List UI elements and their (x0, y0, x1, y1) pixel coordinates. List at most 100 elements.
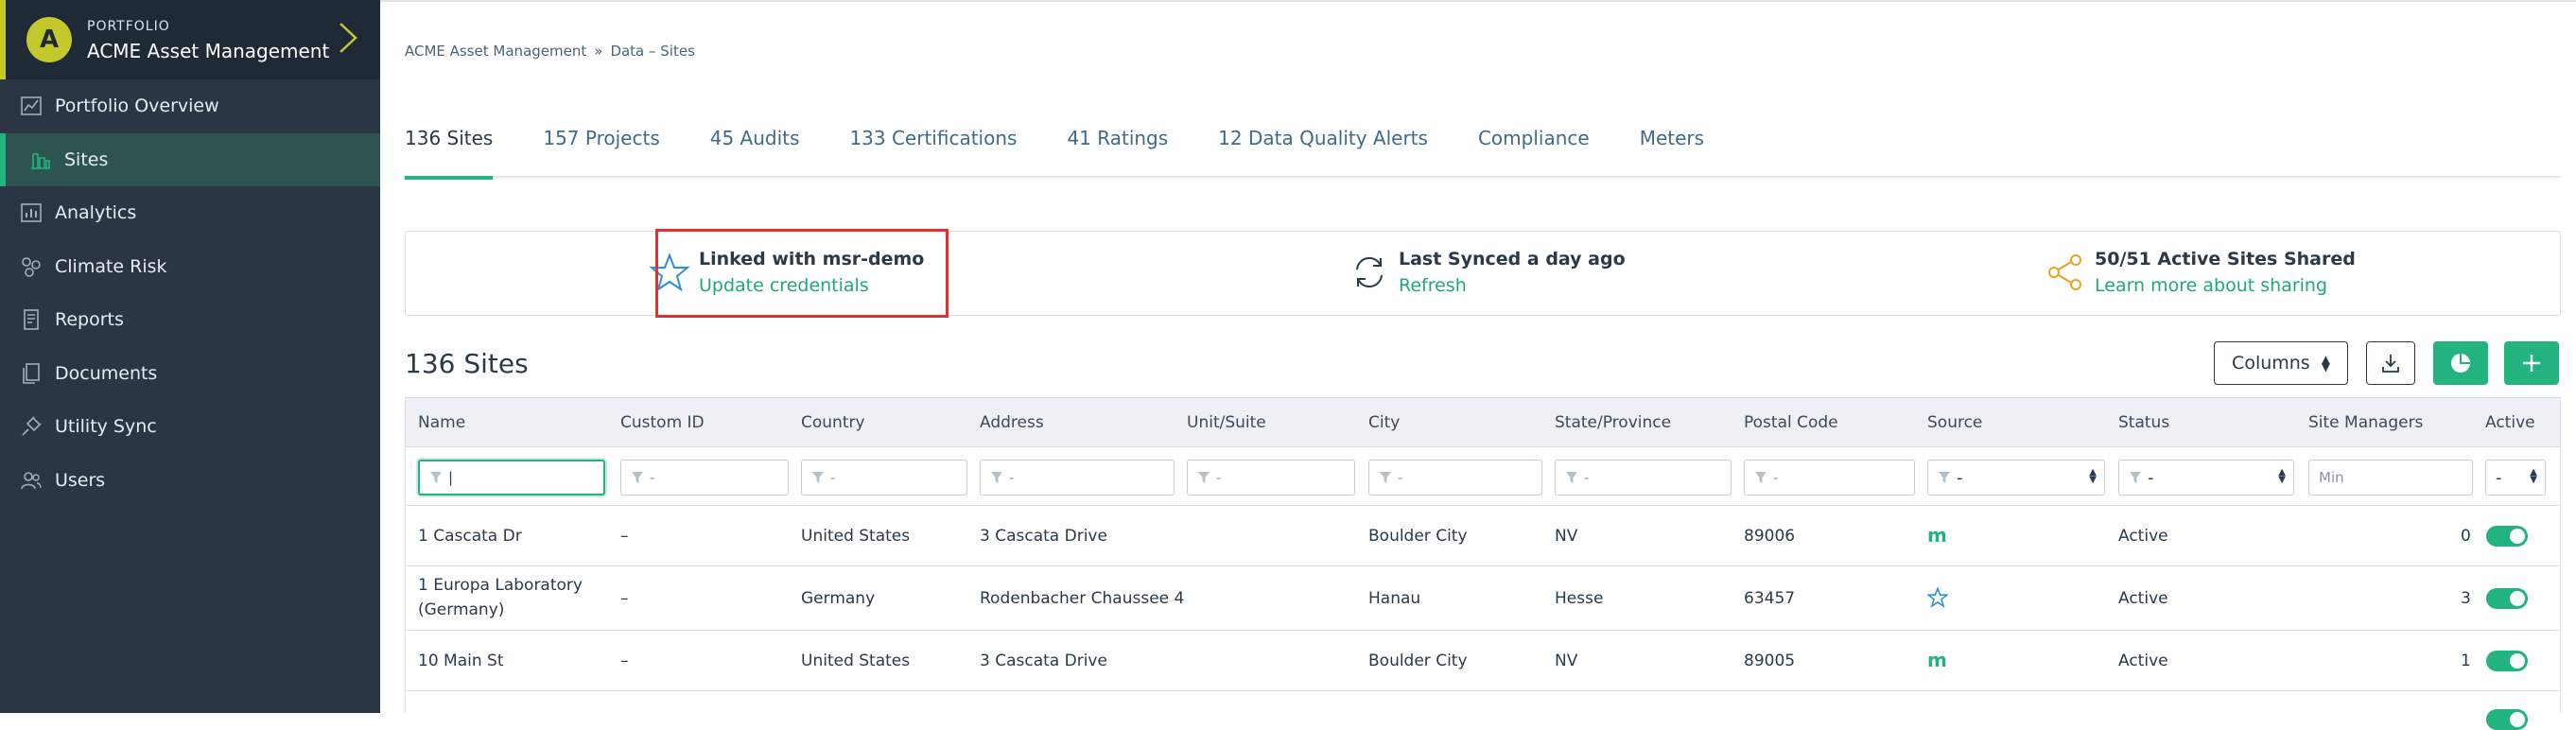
active-toggle[interactable] (2486, 651, 2528, 671)
filter-placeholder: - (1584, 469, 1590, 486)
cell-custom-id: – (620, 652, 629, 670)
table-row[interactable]: 10 Main St – United States 3 Cascata Dri… (406, 631, 2560, 691)
custom-id-filter-input[interactable]: - (620, 460, 789, 495)
address-filter-input[interactable]: - (980, 460, 1175, 495)
star-icon (1927, 587, 1948, 608)
sidebar-item-label: Sites (64, 148, 109, 170)
tab-meters[interactable]: Meters (1640, 123, 1704, 178)
column-header-unit[interactable]: Unit/Suite (1187, 413, 1266, 432)
active-toggle[interactable] (2486, 709, 2528, 730)
sidebar-item-label: Climate Risk (55, 255, 167, 277)
active-toggle[interactable] (2486, 526, 2528, 547)
active-filter-select[interactable]: - ▲ ▼ (2485, 460, 2546, 495)
sidebar-item-users[interactable]: Users (0, 454, 380, 508)
chart-icon (19, 94, 44, 118)
add-site-button[interactable] (2504, 341, 2559, 385)
portfolio-switcher[interactable]: A PORTFOLIO ACME Asset Management (0, 0, 380, 79)
sidebar-item-climate-risk[interactable]: Climate Risk (0, 240, 380, 294)
select-caret-icon: ▲ ▼ (2089, 467, 2097, 485)
chevron-right-icon[interactable] (337, 21, 359, 55)
sidebar-item-documents[interactable]: Documents (0, 347, 380, 401)
managers-filter-placeholder: Min (2319, 469, 2344, 486)
column-header-postal-code[interactable]: Postal Code (1744, 413, 1838, 432)
buildings-icon (28, 148, 53, 172)
sidebar-item-label: Analytics (55, 202, 137, 224)
learn-sharing-link[interactable]: Learn more about sharing (2095, 275, 2356, 296)
cell-name[interactable]: 1 Europa Laboratory (Germany) (418, 573, 607, 622)
status-filter-value: - (2148, 467, 2154, 488)
tab-audits[interactable]: 45 Audits (710, 123, 800, 178)
shared-title: 50/51 Active Sites Shared (2095, 249, 2356, 269)
filter-icon (1198, 472, 1210, 483)
highlight-box (655, 229, 949, 318)
users-icon (19, 468, 44, 493)
tab-compliance[interactable]: Compliance (1478, 123, 1590, 178)
status-filter-select[interactable]: - ▲ ▼ (2118, 460, 2294, 495)
country-filter-input[interactable]: - (801, 460, 967, 495)
sidebar-item-sites[interactable]: Sites (0, 132, 380, 186)
breadcrumb-root[interactable]: ACME Asset Management (405, 43, 586, 60)
sidebar-item-utility-sync[interactable]: Utility Sync (0, 400, 380, 454)
portfolio-label: PORTFOLIO (87, 19, 170, 34)
tab-bar: 136 Sites 157 Projects 45 Audits 133 Cer… (405, 123, 2561, 180)
cell-status: Active (2118, 589, 2168, 608)
download-button[interactable] (2366, 341, 2415, 385)
unit-filter-input[interactable]: - (1187, 460, 1355, 495)
column-header-city[interactable]: City (1368, 413, 1400, 432)
site-managers-filter-input[interactable]: Min (2308, 460, 2473, 495)
column-header-site-managers[interactable]: Site Managers (2308, 413, 2423, 432)
cell-address: 3 Cascata Drive (980, 652, 1107, 670)
column-header-status[interactable]: Status (2118, 413, 2169, 432)
sidebar-item-label: Documents (55, 362, 158, 384)
table-row[interactable]: 1 Cascata Dr – United States 3 Cascata D… (406, 506, 2560, 566)
refresh-link[interactable]: Refresh (1399, 275, 1626, 296)
cell-country: Germany (801, 589, 876, 608)
source-filter-select[interactable]: - ▲ ▼ (1927, 460, 2105, 495)
filter-icon (1939, 472, 1950, 483)
synced-title: Last Synced a day ago (1399, 249, 1626, 269)
sidebar-item-label: Utility Sync (55, 416, 157, 438)
download-icon (2382, 355, 2399, 373)
postal-code-filter-input[interactable]: - (1744, 460, 1915, 495)
columns-button[interactable]: Columns ▲ ▼ (2214, 341, 2348, 385)
column-header-source[interactable]: Source (1927, 413, 1982, 432)
column-header-active[interactable]: Active (2485, 413, 2535, 432)
table-row[interactable] (406, 691, 2560, 730)
cell-name[interactable]: 1 Cascata Dr (418, 524, 522, 548)
column-header-state[interactable]: State/Province (1555, 413, 1671, 432)
tab-data-quality-alerts[interactable]: 12 Data Quality Alerts (1218, 123, 1428, 178)
cell-country: United States (801, 527, 911, 546)
filter-icon (2130, 472, 2141, 483)
cell-name[interactable]: 10 Main St (418, 649, 503, 673)
breadcrumb-current: Data – Sites (610, 43, 695, 60)
filter-icon (1380, 472, 1391, 483)
city-filter-input[interactable]: - (1368, 460, 1542, 495)
tab-sites[interactable]: 136 Sites (405, 123, 494, 180)
sidebar-item-reports[interactable]: Reports (0, 293, 380, 347)
column-header-country[interactable]: Country (801, 413, 865, 432)
tab-projects[interactable]: 157 Projects (543, 123, 659, 178)
name-filter-input[interactable]: | (418, 460, 605, 495)
column-header-name[interactable]: Name (418, 413, 465, 432)
active-toggle[interactable] (2486, 588, 2528, 609)
portfolio-name: ACME Asset Management (87, 40, 330, 62)
state-filter-input[interactable]: - (1555, 460, 1732, 495)
sidebar-item-analytics[interactable]: Analytics (0, 186, 380, 240)
filter-placeholder: - (1398, 469, 1403, 486)
cell-state: Hesse (1555, 589, 1604, 608)
tab-ratings[interactable]: 41 Ratings (1067, 123, 1168, 178)
name-filter-value: | (448, 469, 454, 486)
cell-postal-code: 89006 (1744, 527, 1796, 546)
table-row[interactable]: 1 Europa Laboratory (Germany) – Germany … (406, 566, 2560, 631)
share-sites-button[interactable] (2433, 341, 2488, 385)
shared-info: 50/51 Active Sites Shared Learn more abo… (2045, 249, 2356, 296)
columns-button-label: Columns (2232, 353, 2310, 374)
portfolio-avatar: A (26, 17, 72, 62)
column-header-address[interactable]: Address (980, 413, 1044, 432)
refresh-icon (1356, 256, 1383, 288)
sidebar-item-portfolio-overview[interactable]: Portfolio Overview (0, 79, 380, 133)
column-header-custom-id[interactable]: Custom ID (620, 413, 705, 432)
tab-certifications[interactable]: 133 Certifications (849, 123, 1017, 178)
filter-placeholder: - (1009, 469, 1015, 486)
filter-placeholder: - (1216, 469, 1222, 486)
